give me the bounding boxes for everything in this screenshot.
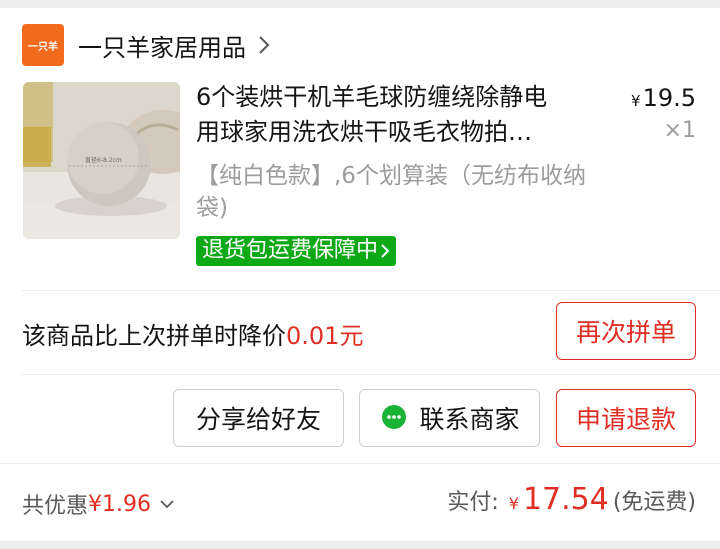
store-header[interactable]: 一只羊 一只羊家居用品 <box>22 24 272 66</box>
discount-label: 共优惠 <box>22 494 89 519</box>
product-thumbnail[interactable]: 直径6-8.2cm <box>23 82 180 239</box>
store-logo: 一只羊 <box>22 24 64 66</box>
paid-amount: 17.54 <box>522 482 609 517</box>
price-drop-notice: 该商品比上次拼单时降价0.01元 <box>22 316 363 351</box>
ball-size-label: 直径6-8.2cm <box>85 156 122 164</box>
product-title-line1: 6个装烘干机羊毛球防缠绕除静电 <box>196 83 548 111</box>
refund-button[interactable]: 申请退款 <box>556 389 696 447</box>
price-value: 19.5 <box>642 84 696 112</box>
chevron-down-icon <box>160 500 174 509</box>
shipping-note: (免运费) <box>612 490 696 515</box>
product-title-line2: 用球家用洗衣烘干吸毛衣物拍… <box>196 118 532 146</box>
paid-label: 实付: <box>447 490 499 515</box>
bottom-separator <box>0 541 720 549</box>
reorder-button[interactable]: 再次拼单 <box>556 302 696 360</box>
store-name[interactable]: 一只羊家居用品 <box>78 28 246 63</box>
product-title[interactable]: 6个装烘干机羊毛球防缠绕除静电 用球家用洗衣烘干吸毛衣物拍… <box>196 80 606 150</box>
divider <box>22 290 720 291</box>
product-price: ¥19.5 <box>631 84 696 112</box>
product-spec: 【纯白色款】,6个划算装（无纺布收纳袋) <box>196 163 586 221</box>
shipping-insurance-badge[interactable]: 退货包运费保障中 <box>196 236 397 266</box>
actual-payment: 实付: ¥ 17.54 (免运费) <box>447 482 696 517</box>
chat-bubble-icon <box>382 405 407 429</box>
product-quantity: ×1 <box>663 118 696 143</box>
price-currency: ¥ <box>631 92 641 110</box>
badge-label: 退货包运费保障中 <box>202 238 379 263</box>
discount-amount: ¥1.96 <box>88 491 151 517</box>
price-drop-amount: 0.01元 <box>286 322 364 350</box>
price-drop-text: 该商品比上次拼单时降价 <box>22 322 286 350</box>
chevron-right-icon <box>381 244 390 258</box>
discount-summary[interactable]: 共优惠 ¥1.96 <box>22 488 175 520</box>
divider <box>0 463 720 464</box>
contact-seller-button[interactable]: 联系商家 <box>359 389 540 447</box>
paid-currency: ¥ <box>508 494 519 513</box>
top-separator <box>0 0 720 8</box>
divider <box>22 374 720 375</box>
chevron-right-icon <box>259 36 270 54</box>
wool-ball-image: 直径6-8.2cm <box>23 82 180 239</box>
share-button[interactable]: 分享给好友 <box>173 389 344 447</box>
contact-seller-label: 联系商家 <box>419 405 520 434</box>
